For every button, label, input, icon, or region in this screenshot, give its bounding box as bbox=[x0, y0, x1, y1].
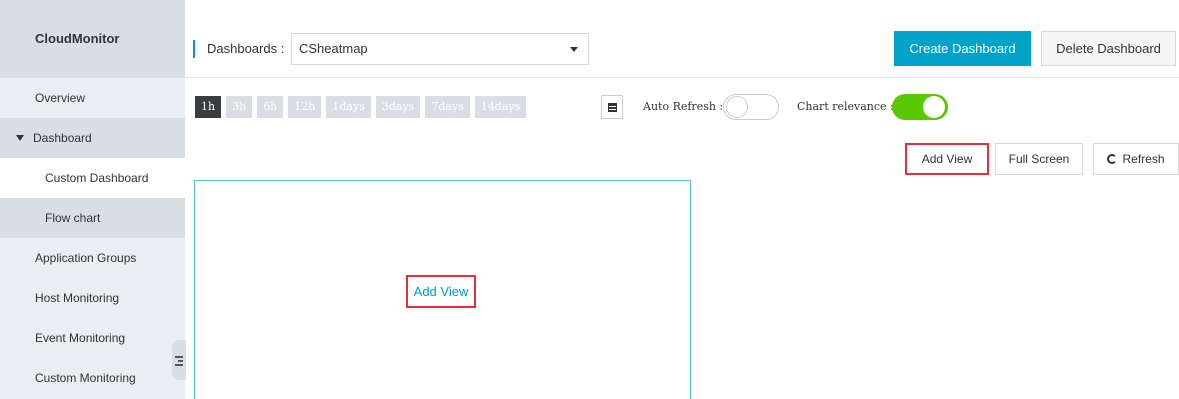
time-range-1days[interactable]: 1days bbox=[326, 96, 371, 118]
create-dashboard-button[interactable]: Create Dashboard bbox=[894, 31, 1031, 66]
sidebar-item-flow-chart[interactable]: Flow chart bbox=[0, 198, 185, 238]
sidebar-title: CloudMonitor bbox=[0, 0, 185, 78]
time-range-14days[interactable]: 14days bbox=[474, 96, 527, 118]
dashboards-label: Dashboards : bbox=[193, 40, 284, 58]
auto-refresh-label: Auto Refresh : bbox=[643, 100, 724, 113]
sidebar-item-custom-monitoring[interactable]: Custom Monitoring bbox=[0, 358, 185, 398]
panel-add-view-link[interactable]: Add View bbox=[406, 275, 476, 308]
sidebar-item-event-monitoring[interactable]: Event Monitoring bbox=[0, 318, 185, 358]
sidebar-item-application-groups[interactable]: Application Groups bbox=[0, 238, 185, 278]
time-range-1h[interactable]: 1h bbox=[195, 96, 222, 118]
chevron-down-icon bbox=[570, 47, 578, 52]
add-view-button[interactable]: Add View bbox=[905, 143, 989, 175]
sidebar-item-dashboard[interactable]: Dashboard bbox=[0, 118, 185, 158]
sidebar-item-label: Dashboard bbox=[33, 131, 92, 145]
dashboard-header: Dashboards : CSheatmap Create Dashboard … bbox=[185, 0, 1179, 78]
calendar-button[interactable] bbox=[601, 95, 623, 119]
time-range-3h[interactable]: 3h bbox=[226, 96, 253, 118]
delete-dashboard-button[interactable]: Delete Dashboard bbox=[1041, 31, 1176, 66]
sidebar: CloudMonitor Overview Dashboard Custom D… bbox=[0, 0, 185, 399]
refresh-label: Refresh bbox=[1122, 152, 1165, 166]
dashboard-canvas-panel: Add View bbox=[194, 180, 691, 399]
time-range-12h[interactable]: 12h bbox=[288, 96, 322, 118]
sidebar-item-overview[interactable]: Overview bbox=[0, 78, 185, 118]
chart-relevance-toggle[interactable] bbox=[892, 94, 948, 120]
caret-down-icon bbox=[16, 134, 24, 141]
time-range-7days[interactable]: 7days bbox=[425, 96, 470, 118]
sidebar-item-host-monitoring[interactable]: Host Monitoring bbox=[0, 278, 185, 318]
full-screen-button[interactable]: Full Screen bbox=[995, 143, 1083, 175]
toggle-knob bbox=[726, 96, 748, 118]
time-range-6h[interactable]: 6h bbox=[257, 96, 284, 118]
auto-refresh-toggle[interactable] bbox=[723, 94, 779, 120]
calendar-icon bbox=[607, 102, 617, 112]
toggle-knob bbox=[923, 96, 945, 118]
sidebar-item-custom-dashboard[interactable]: Custom Dashboard bbox=[0, 158, 185, 198]
time-range-toolbar: 1h 3h 6h 12h 1days 3days 7days 14days bbox=[195, 96, 531, 118]
time-range-3days[interactable]: 3days bbox=[375, 96, 421, 118]
refresh-button[interactable]: Refresh bbox=[1093, 143, 1179, 175]
refresh-icon bbox=[1107, 154, 1118, 164]
chart-relevance-label: Chart relevance : bbox=[797, 100, 894, 113]
dashboard-select[interactable]: CSheatmap bbox=[291, 33, 589, 65]
dashboard-select-value: CSheatmap bbox=[299, 41, 368, 56]
sidebar-collapse-icon[interactable] bbox=[172, 340, 186, 380]
